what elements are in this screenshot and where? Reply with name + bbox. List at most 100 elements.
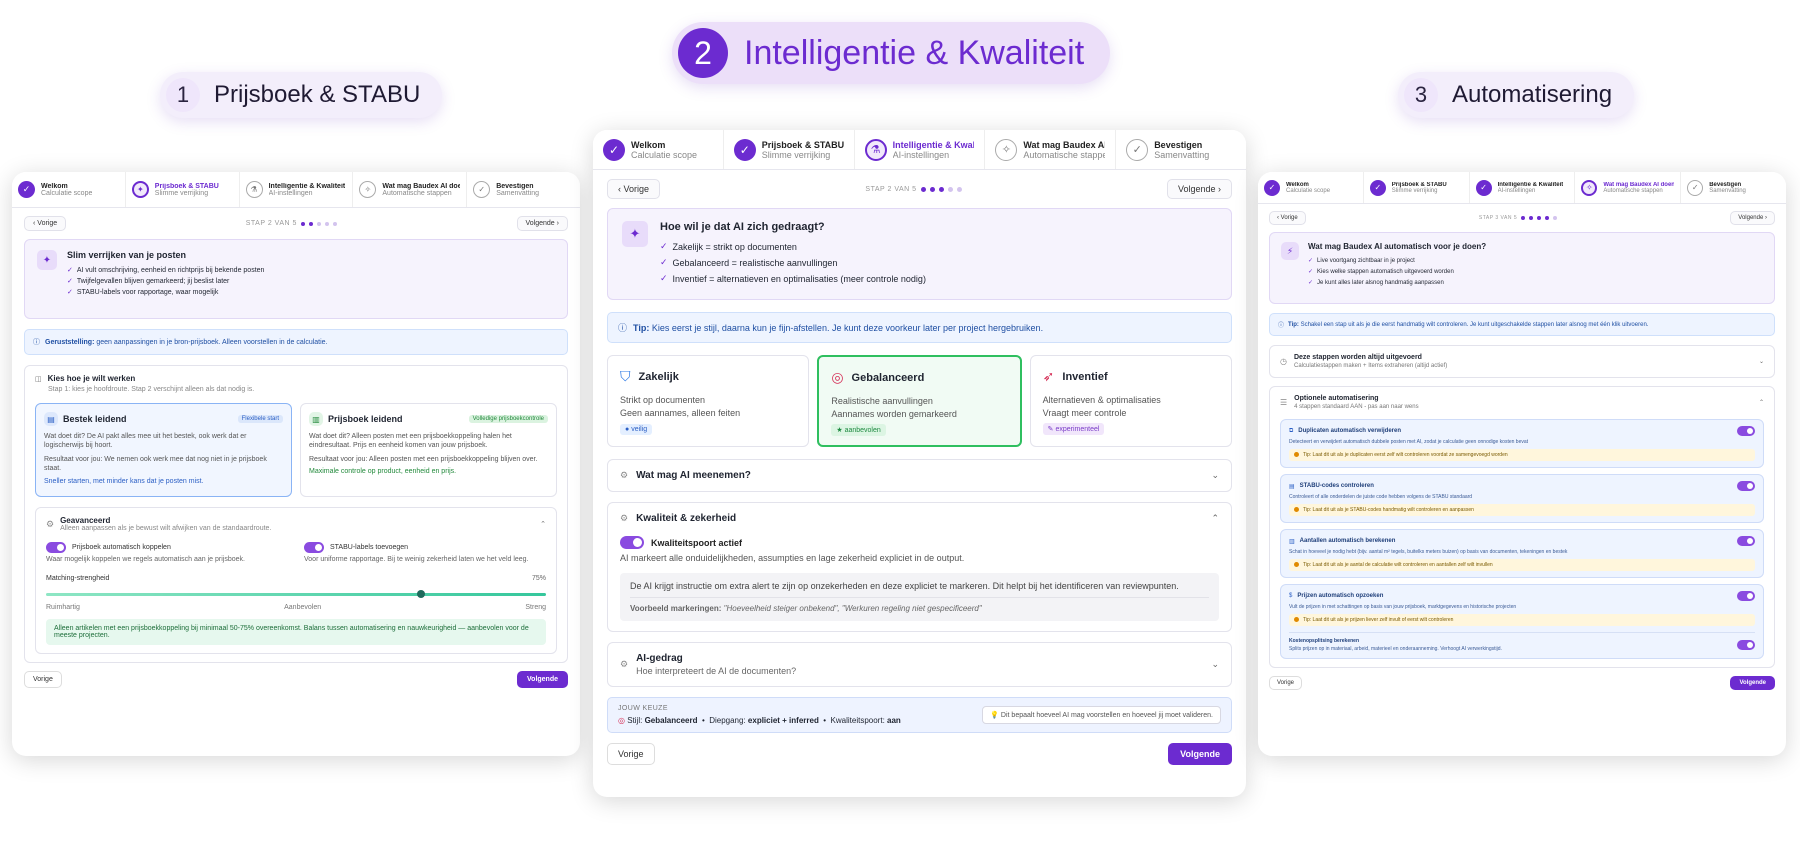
style-option-gebalanceerd[interactable]: ◎ Gebalanceerd Realistische aanvullingen … xyxy=(817,355,1022,447)
tip-note: ⓘ Tip: Kies eerst je stijl, daarna kun je… xyxy=(607,312,1232,343)
step-number: 2 xyxy=(678,28,728,78)
route-option-prijsboek[interactable]: ▥ Prijsboek leidend Volledige prijsboekcon… xyxy=(300,403,557,497)
target-icon: ◎ xyxy=(618,716,625,725)
step-progress: STAP 3 VAN 5 xyxy=(1479,215,1558,221)
accordion-wat-meenemen[interactable]: ⚙ Wat mag AI meenemen? ⌄ xyxy=(607,459,1232,492)
dollar-icon: $ xyxy=(1289,593,1293,599)
stepper-item-welkom[interactable]: ✓ Welkom Calculatie scope xyxy=(593,130,724,169)
style-option-zakelijk[interactable]: ⛉ Zakelijk Strikt op documenten Geen aann… xyxy=(607,355,810,447)
prev-button[interactable]: Vorige xyxy=(607,743,655,765)
stepper-item-automatisch[interactable]: ✧Wat mag Baudex AI doen?Automatische sta… xyxy=(985,130,1117,169)
check-icon: ✓ xyxy=(67,289,73,296)
auto-link-toggle[interactable] xyxy=(46,542,66,553)
step-progress: STAP 2 VAN 5 xyxy=(865,186,962,193)
prev-button[interactable]: ‹ Vorige xyxy=(24,216,67,231)
intro-title: Slim verrijken van je posten xyxy=(67,250,187,260)
accordion-always-steps[interactable]: ◷ Deze stappen worden altijd uitgevoerd C… xyxy=(1269,345,1775,378)
wizard-nav-bottom: Vorige Volgende xyxy=(24,671,568,688)
stepper-item-intelligentie[interactable]: ⚗Intelligentie & KwaliteitAI-instellinge… xyxy=(240,172,354,207)
stepper-item-prijsboek[interactable]: ✦ Prijsboek & STABU Slimme verrijking xyxy=(126,172,240,207)
stepper-item-bevestigen[interactable]: ✓ Bevestigen Samenvatting xyxy=(467,172,580,207)
quality-gate-toggle[interactable] xyxy=(620,536,644,549)
automation-item-prijzen: $ Prijzen automatisch opzoeken Vult de pr… xyxy=(1280,584,1764,659)
automation-item-stabu: ▤ STABU-codes controleren Controleert of … xyxy=(1280,474,1764,523)
automation-item-aantallen: ▥ Aantallen automatisch berekenen Schat i… xyxy=(1280,529,1764,578)
next-button[interactable]: Volgende xyxy=(1730,676,1775,690)
info-icon: ⓘ xyxy=(618,323,628,333)
check-icon: ✓ xyxy=(660,241,668,251)
check-icon: ✓ xyxy=(1308,258,1314,264)
check-icon: ✓ xyxy=(603,138,625,161)
section-title: Automatisering xyxy=(1452,81,1613,108)
chevron-up-icon[interactable]: ⌃ xyxy=(540,520,546,528)
wizard-nav-bottom: Vorige Volgende xyxy=(607,743,1232,765)
accordion-kwaliteit-header[interactable]: ⚙ Kwaliteit & zekerheid ⌃ xyxy=(620,513,1219,524)
warning-icon xyxy=(1294,617,1299,623)
check-icon: ✓ xyxy=(67,267,73,274)
status-badge: Volledige prijsboekcontrole xyxy=(468,415,548,423)
matching-slider[interactable] xyxy=(46,590,546,598)
prev-button[interactable]: Vorige xyxy=(1269,676,1303,690)
copy-icon: ⧉ xyxy=(1289,427,1294,434)
optional-automation: ☰ Optionele automatisering 4 stappen stan… xyxy=(1269,386,1775,668)
stepper-item-automatisch[interactable]: ✧Wat mag Baudex AI doen?Automatische sta… xyxy=(353,172,468,207)
stepper-item-intelligentie[interactable]: ✓ Intelligentie & Kwaliteit AI-instellinge… xyxy=(1470,172,1576,203)
chevron-up-icon: ⌃ xyxy=(1211,513,1219,523)
slider-handle[interactable] xyxy=(417,590,425,598)
prices-toggle[interactable] xyxy=(1737,591,1755,601)
wizard-nav-bottom: Vorige Volgende xyxy=(1269,676,1775,690)
accordion-kwaliteit: ⚙ Kwaliteit & zekerheid ⌃ Kwaliteitspoort … xyxy=(607,502,1232,632)
next-button[interactable]: Volgende › xyxy=(1166,179,1232,199)
stepper-item-bevestigen[interactable]: ✓ Bevestigen Samenvatting xyxy=(1116,130,1246,169)
document-icon: ▤ xyxy=(44,412,58,426)
stepper-item-automatisch[interactable]: ✧Wat mag Baudex AI doen?Automatische sta… xyxy=(1575,172,1682,203)
sparkle-icon: ✦ xyxy=(131,181,149,198)
stabu-labels-toggle[interactable] xyxy=(304,542,324,553)
info-icon: ⓘ xyxy=(33,339,40,346)
matching-note: Alleen artikelen met een prijsboekkoppel… xyxy=(46,619,546,645)
step-number: 3 xyxy=(1404,78,1438,112)
next-button[interactable]: Volgende xyxy=(517,671,568,688)
stabu-check-toggle[interactable] xyxy=(1737,481,1755,491)
tip-note: ⓘ Tip: Schakel een stap uit als je die ee… xyxy=(1269,313,1775,336)
choice-hint: 💡 Dit bepaalt hoeveel AI mag voorstellen… xyxy=(982,706,1221,724)
stepper-item-prijsboek[interactable]: ✓ Prijsboek & STABU Slimme verrijking xyxy=(1364,172,1470,203)
next-button[interactable]: Volgende › xyxy=(1730,211,1775,225)
sparkle-icon: ✦ xyxy=(622,221,648,247)
gear-icon: ⚙ xyxy=(620,659,629,669)
chart-icon: ▥ xyxy=(1289,538,1295,545)
flask-icon: ⚗ xyxy=(245,181,263,198)
duplicates-toggle[interactable] xyxy=(1737,426,1755,436)
check-icon: ✓ xyxy=(660,257,668,267)
gear-icon: ⚙ xyxy=(46,518,55,529)
clock-icon: ◷ xyxy=(1280,357,1287,366)
check-icon: ✓ xyxy=(67,278,73,285)
warning-icon xyxy=(1294,562,1299,568)
chevron-up-icon[interactable]: ⌃ xyxy=(1759,399,1764,406)
prev-button[interactable]: Vorige xyxy=(24,671,62,688)
next-button[interactable]: Volgende › xyxy=(516,216,568,231)
section-header-intelligentie: 2 Intelligentie & Kwaliteit xyxy=(672,22,1111,84)
accordion-ai-gedrag[interactable]: ⚙ AI-gedrag Hoe interpreteert de AI de do… xyxy=(607,642,1232,687)
route-option-bestek[interactable]: ▤ Bestek leidend Flexibele start Wat doet … xyxy=(35,403,292,497)
prev-button[interactable]: ‹ Vorige xyxy=(607,179,661,199)
stepper-item-bevestigen[interactable]: ✓ Bevestigen Samenvatting xyxy=(1681,172,1786,203)
stepper-item-welkom[interactable]: ✓ Welkom Calculatie scope xyxy=(1258,172,1364,203)
wizard-nav-top: ‹ Vorige STAP 3 VAN 5 Volgende › xyxy=(1269,211,1775,225)
cost-split-toggle[interactable] xyxy=(1737,640,1755,650)
quantities-toggle[interactable] xyxy=(1737,536,1755,546)
stepper-item-prijsboek[interactable]: ✓ Prijsboek & STABU Slimme verrijking xyxy=(724,130,855,169)
stepper-item-welkom[interactable]: ✓ Welkom Calculatie scope xyxy=(12,172,126,207)
reassurance-note: ⓘ Geruststelling: geen aanpassingen in je… xyxy=(24,329,568,355)
chevron-down-icon: ⌄ xyxy=(1211,659,1219,669)
wizard-nav-top: ‹ Vorige STAP 2 VAN 5 Volgende › xyxy=(24,216,568,231)
next-button[interactable]: Volgende xyxy=(1168,743,1232,765)
section-header-prijsboek: 1 Prijsboek & STABU xyxy=(160,72,443,118)
status-badge: ● veilig xyxy=(620,424,653,435)
stepper-item-intelligentie[interactable]: ⚗Intelligentie & KwaliteitAI-instellinge… xyxy=(855,130,986,169)
prev-button[interactable]: ‹ Vorige xyxy=(1269,211,1306,225)
magic-icon: ✧ xyxy=(995,138,1018,161)
quality-gate-info: De AI krijgt instructie om extra alert t… xyxy=(620,573,1219,621)
style-option-inventief[interactable]: ➶ Inventief Alternatieven & optimalisatie… xyxy=(1029,355,1232,447)
info-icon: ⓘ xyxy=(1278,323,1285,329)
